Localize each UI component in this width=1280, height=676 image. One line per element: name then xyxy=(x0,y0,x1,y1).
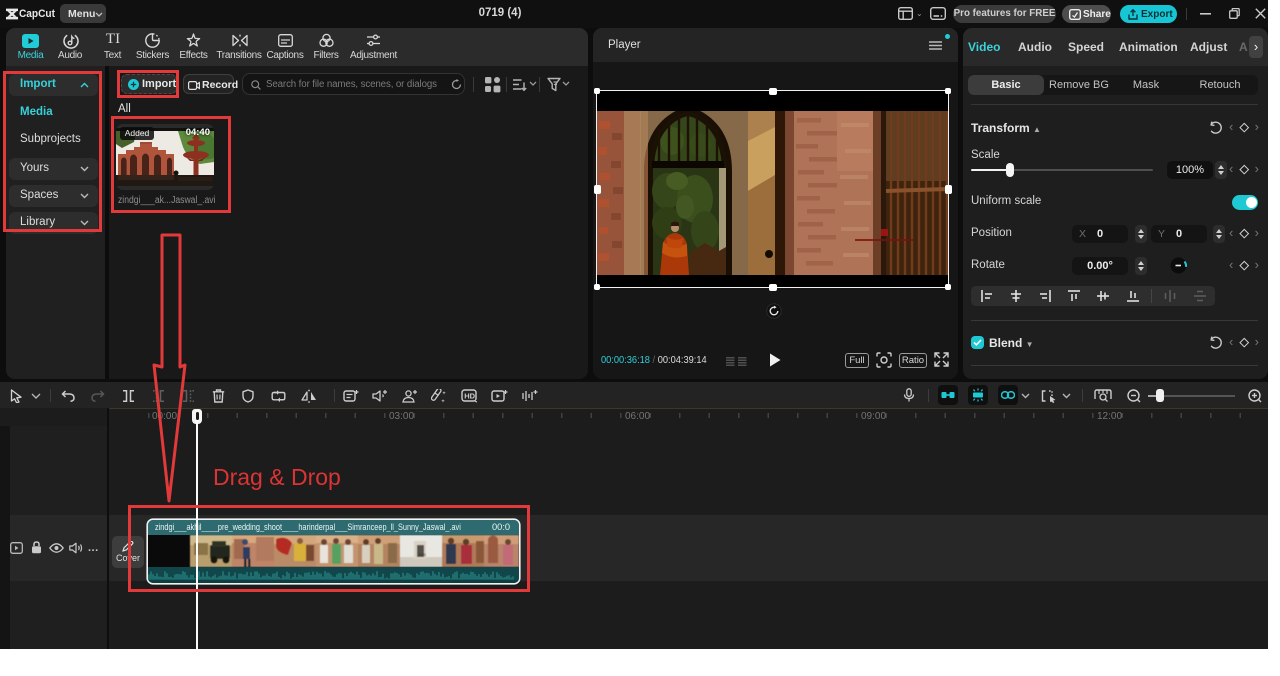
svg-text:HD: HD xyxy=(464,392,475,401)
